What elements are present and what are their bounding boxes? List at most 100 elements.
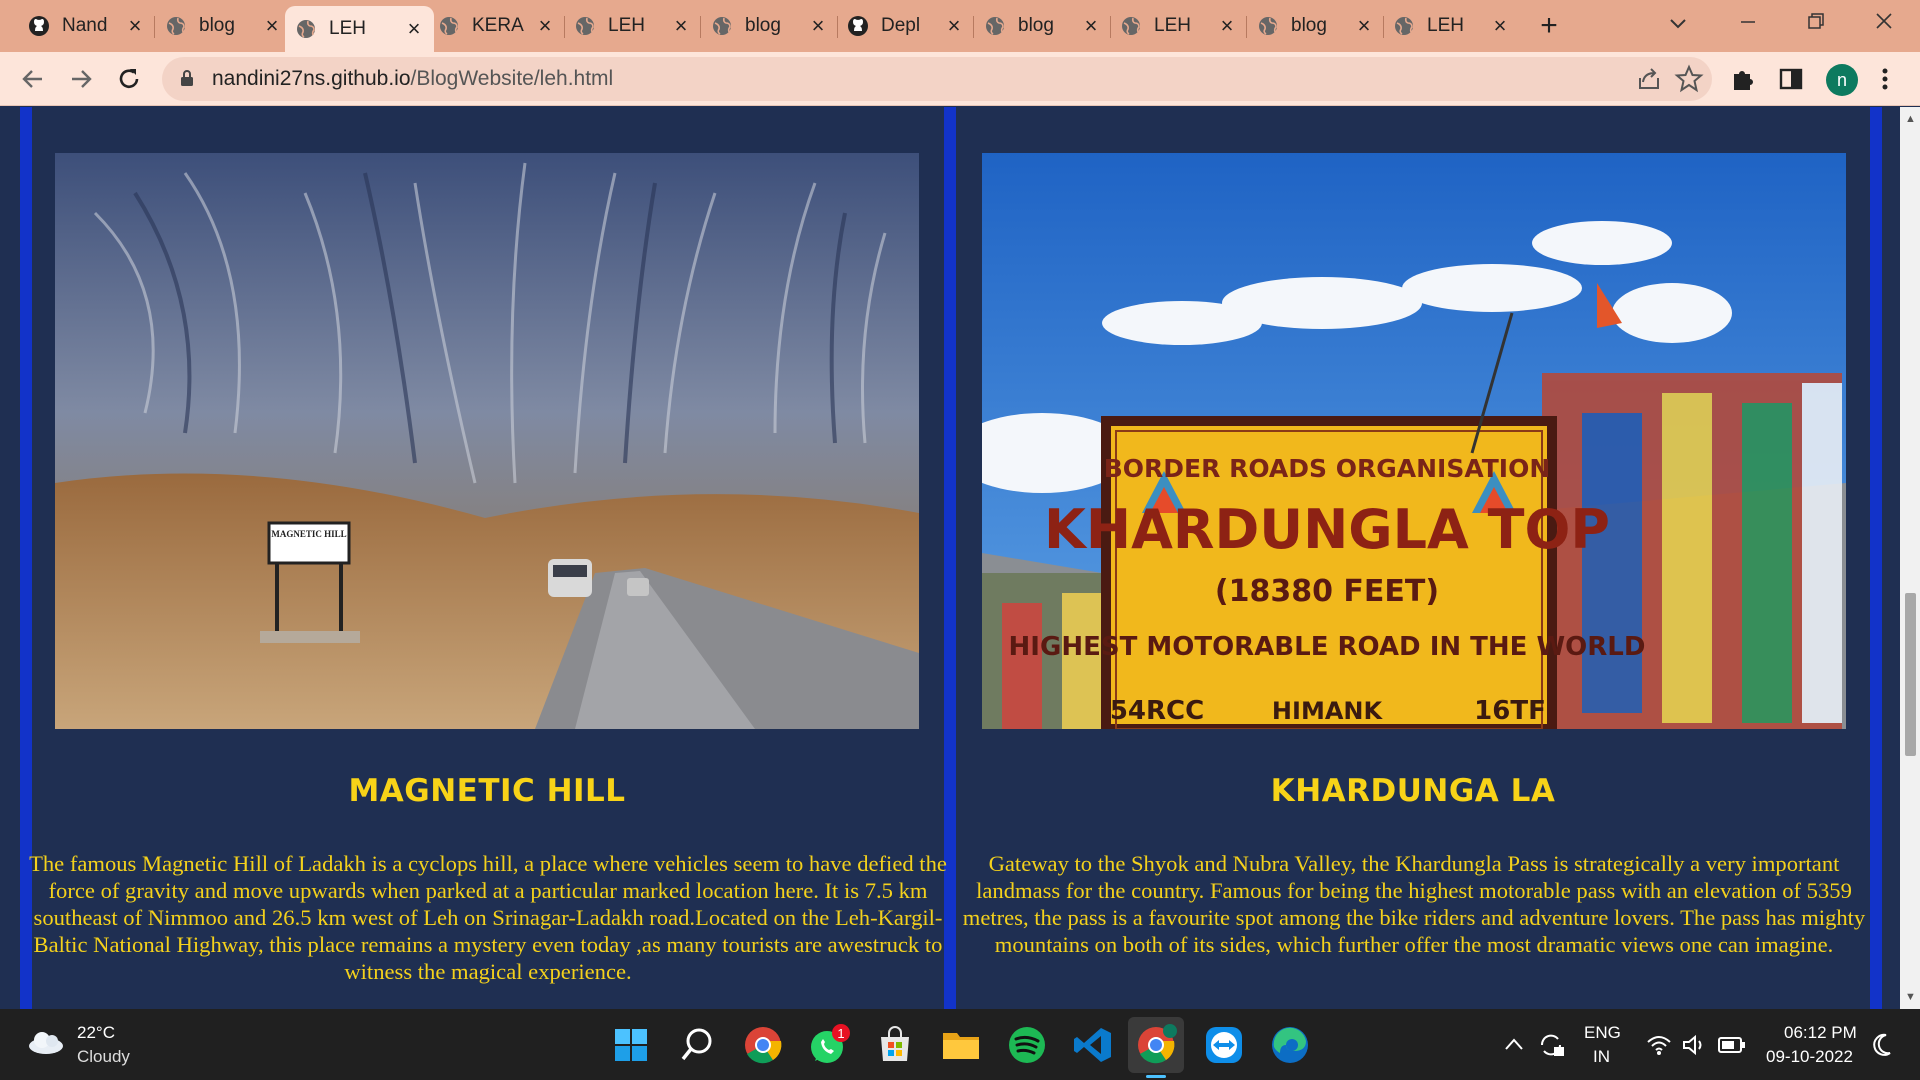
tab-8[interactable]: LEH ×: [1110, 8, 1247, 44]
tab-close-icon[interactable]: ×: [404, 16, 424, 42]
new-tab-button[interactable]: +: [1532, 10, 1566, 44]
tab-separator: [1246, 16, 1247, 38]
tab-close-icon[interactable]: ×: [125, 13, 145, 39]
sign-line-6: HIMANK: [1272, 697, 1384, 725]
tab-strip: Nand × blog × LEH × KERA × LEH × blog × Depl × blog × LE…: [0, 0, 1920, 52]
close-window-button[interactable]: [1864, 8, 1904, 38]
bookmark-star-icon[interactable]: [1674, 64, 1704, 94]
url-text[interactable]: nandini27ns.github.io/BlogWebsite/leh.ht…: [212, 57, 613, 101]
page-scrollbar[interactable]: ▲ ▼: [1900, 107, 1920, 1009]
tab-close-icon[interactable]: ×: [1081, 13, 1101, 39]
sign-line-5: 54RCC: [1110, 696, 1204, 726]
teamviewer-icon[interactable]: [1202, 1023, 1246, 1067]
globe-icon: [1122, 17, 1140, 35]
language-line-2[interactable]: IN: [1593, 1047, 1610, 1067]
globe-icon: [167, 17, 185, 35]
magnetic-hill-image: MAGNETIC HILL: [55, 153, 919, 729]
tray-chevron-up-icon[interactable]: [1504, 1037, 1524, 1051]
lock-icon[interactable]: [180, 69, 194, 87]
tab-4[interactable]: LEH ×: [564, 8, 701, 44]
tab-close-icon[interactable]: ×: [1490, 13, 1510, 39]
tab-separator: [154, 16, 155, 38]
sign-line-1: BORDER ROADS ORGANISATION: [1104, 454, 1551, 483]
clock-time[interactable]: 06:12 PM: [1784, 1023, 1857, 1043]
globe-icon: [713, 17, 731, 35]
tab-close-icon[interactable]: ×: [944, 13, 964, 39]
weather-temperature[interactable]: 22°C: [77, 1023, 115, 1043]
tab-search-chevron-icon[interactable]: [1658, 8, 1698, 38]
github-icon: [29, 16, 49, 36]
sync-icon[interactable]: [1536, 1031, 1566, 1059]
magnetic-hill-title: MAGNETIC HILL: [348, 773, 626, 809]
language-line-1[interactable]: ENG: [1584, 1023, 1621, 1043]
tab-3[interactable]: KERA ×: [428, 8, 565, 44]
scrollbar-thumb[interactable]: [1905, 593, 1916, 756]
tab-1[interactable]: blog ×: [155, 8, 292, 44]
tab-2[interactable]: LEH ×: [285, 6, 434, 52]
vscode-icon[interactable]: [1071, 1023, 1115, 1067]
tab-separator: [973, 16, 974, 38]
tab-6[interactable]: Depl ×: [837, 8, 974, 44]
github-icon: [848, 16, 868, 36]
restore-button[interactable]: [1796, 8, 1836, 38]
tab-close-icon[interactable]: ×: [1354, 13, 1374, 39]
edge-icon[interactable]: [1268, 1023, 1312, 1067]
tab-7[interactable]: blog ×: [974, 8, 1111, 44]
whatsapp-badge: 1: [837, 1026, 844, 1041]
tab-close-icon[interactable]: ×: [262, 13, 282, 39]
chrome-profile-icon[interactable]: [1134, 1023, 1178, 1067]
back-button[interactable]: [16, 62, 50, 96]
forward-button[interactable]: [64, 62, 98, 96]
tab-close-icon[interactable]: ×: [1217, 13, 1237, 39]
share-icon[interactable]: [1634, 64, 1664, 94]
active-app-indicator: [1146, 1075, 1166, 1078]
tab-title: LEH: [1427, 15, 1464, 36]
chrome-icon[interactable]: [741, 1023, 785, 1067]
tab-separator: [1383, 16, 1384, 38]
search-icon[interactable]: [675, 1023, 719, 1067]
tab-0[interactable]: Nand ×: [18, 8, 155, 44]
windows-start-icon[interactable]: [609, 1023, 653, 1067]
scroll-down-arrow-icon[interactable]: ▼: [1905, 992, 1916, 1003]
tab-title: LEH: [608, 15, 645, 36]
clock-date[interactable]: 09-10-2022: [1766, 1047, 1853, 1067]
tab-9[interactable]: blog ×: [1247, 8, 1384, 44]
tab-close-icon[interactable]: ×: [671, 13, 691, 39]
file-explorer-icon[interactable]: [939, 1023, 983, 1067]
reload-button[interactable]: [112, 62, 146, 96]
notifications-moon-icon[interactable]: [1870, 1031, 1894, 1059]
minimize-button[interactable]: [1728, 8, 1768, 38]
extensions-icon[interactable]: [1728, 64, 1758, 94]
profile-avatar[interactable]: n: [1826, 64, 1858, 96]
tab-title: blog: [745, 15, 781, 36]
battery-icon[interactable]: [1718, 1036, 1746, 1054]
globe-icon: [297, 20, 315, 38]
tab-5[interactable]: blog ×: [701, 8, 838, 44]
cloudy-weather-icon[interactable]: [26, 1029, 66, 1055]
khardung-la-title: KHARDUNGA LA: [1270, 773, 1556, 809]
page-content: MAGNETIC HILL MAGNETIC HILL The famous M…: [0, 107, 1900, 1009]
tab-close-icon[interactable]: ×: [535, 13, 555, 39]
weather-description[interactable]: Cloudy: [77, 1047, 130, 1067]
tab-title: LEH: [1154, 15, 1191, 36]
tab-title: blog: [199, 15, 235, 36]
address-bar[interactable]: nandini27ns.github.io/BlogWebsite/leh.ht…: [162, 57, 1712, 101]
scroll-up-arrow-icon[interactable]: ▲: [1905, 114, 1916, 125]
volume-icon[interactable]: [1682, 1034, 1708, 1056]
whatsapp-icon[interactable]: 1: [807, 1023, 851, 1067]
sign-line-4: HIGHEST MOTORABLE ROAD IN THE WORLD: [1009, 632, 1646, 662]
tab-close-icon[interactable]: ×: [808, 13, 828, 39]
globe-icon: [1259, 17, 1277, 35]
tab-title: blog: [1291, 15, 1327, 36]
side-panel-icon[interactable]: [1776, 64, 1806, 94]
globe-icon: [1395, 17, 1413, 35]
globe-icon: [576, 17, 594, 35]
microsoft-store-icon[interactable]: [873, 1023, 917, 1067]
tab-separator: [700, 16, 701, 38]
spotify-icon[interactable]: [1005, 1023, 1049, 1067]
wifi-icon[interactable]: [1646, 1034, 1672, 1056]
tab-title: LEH: [329, 18, 366, 39]
menu-kebab-icon[interactable]: [1870, 64, 1900, 94]
tab-10[interactable]: LEH ×: [1383, 8, 1520, 44]
magnetic-hill-sign-text: MAGNETIC HILL: [271, 529, 346, 539]
